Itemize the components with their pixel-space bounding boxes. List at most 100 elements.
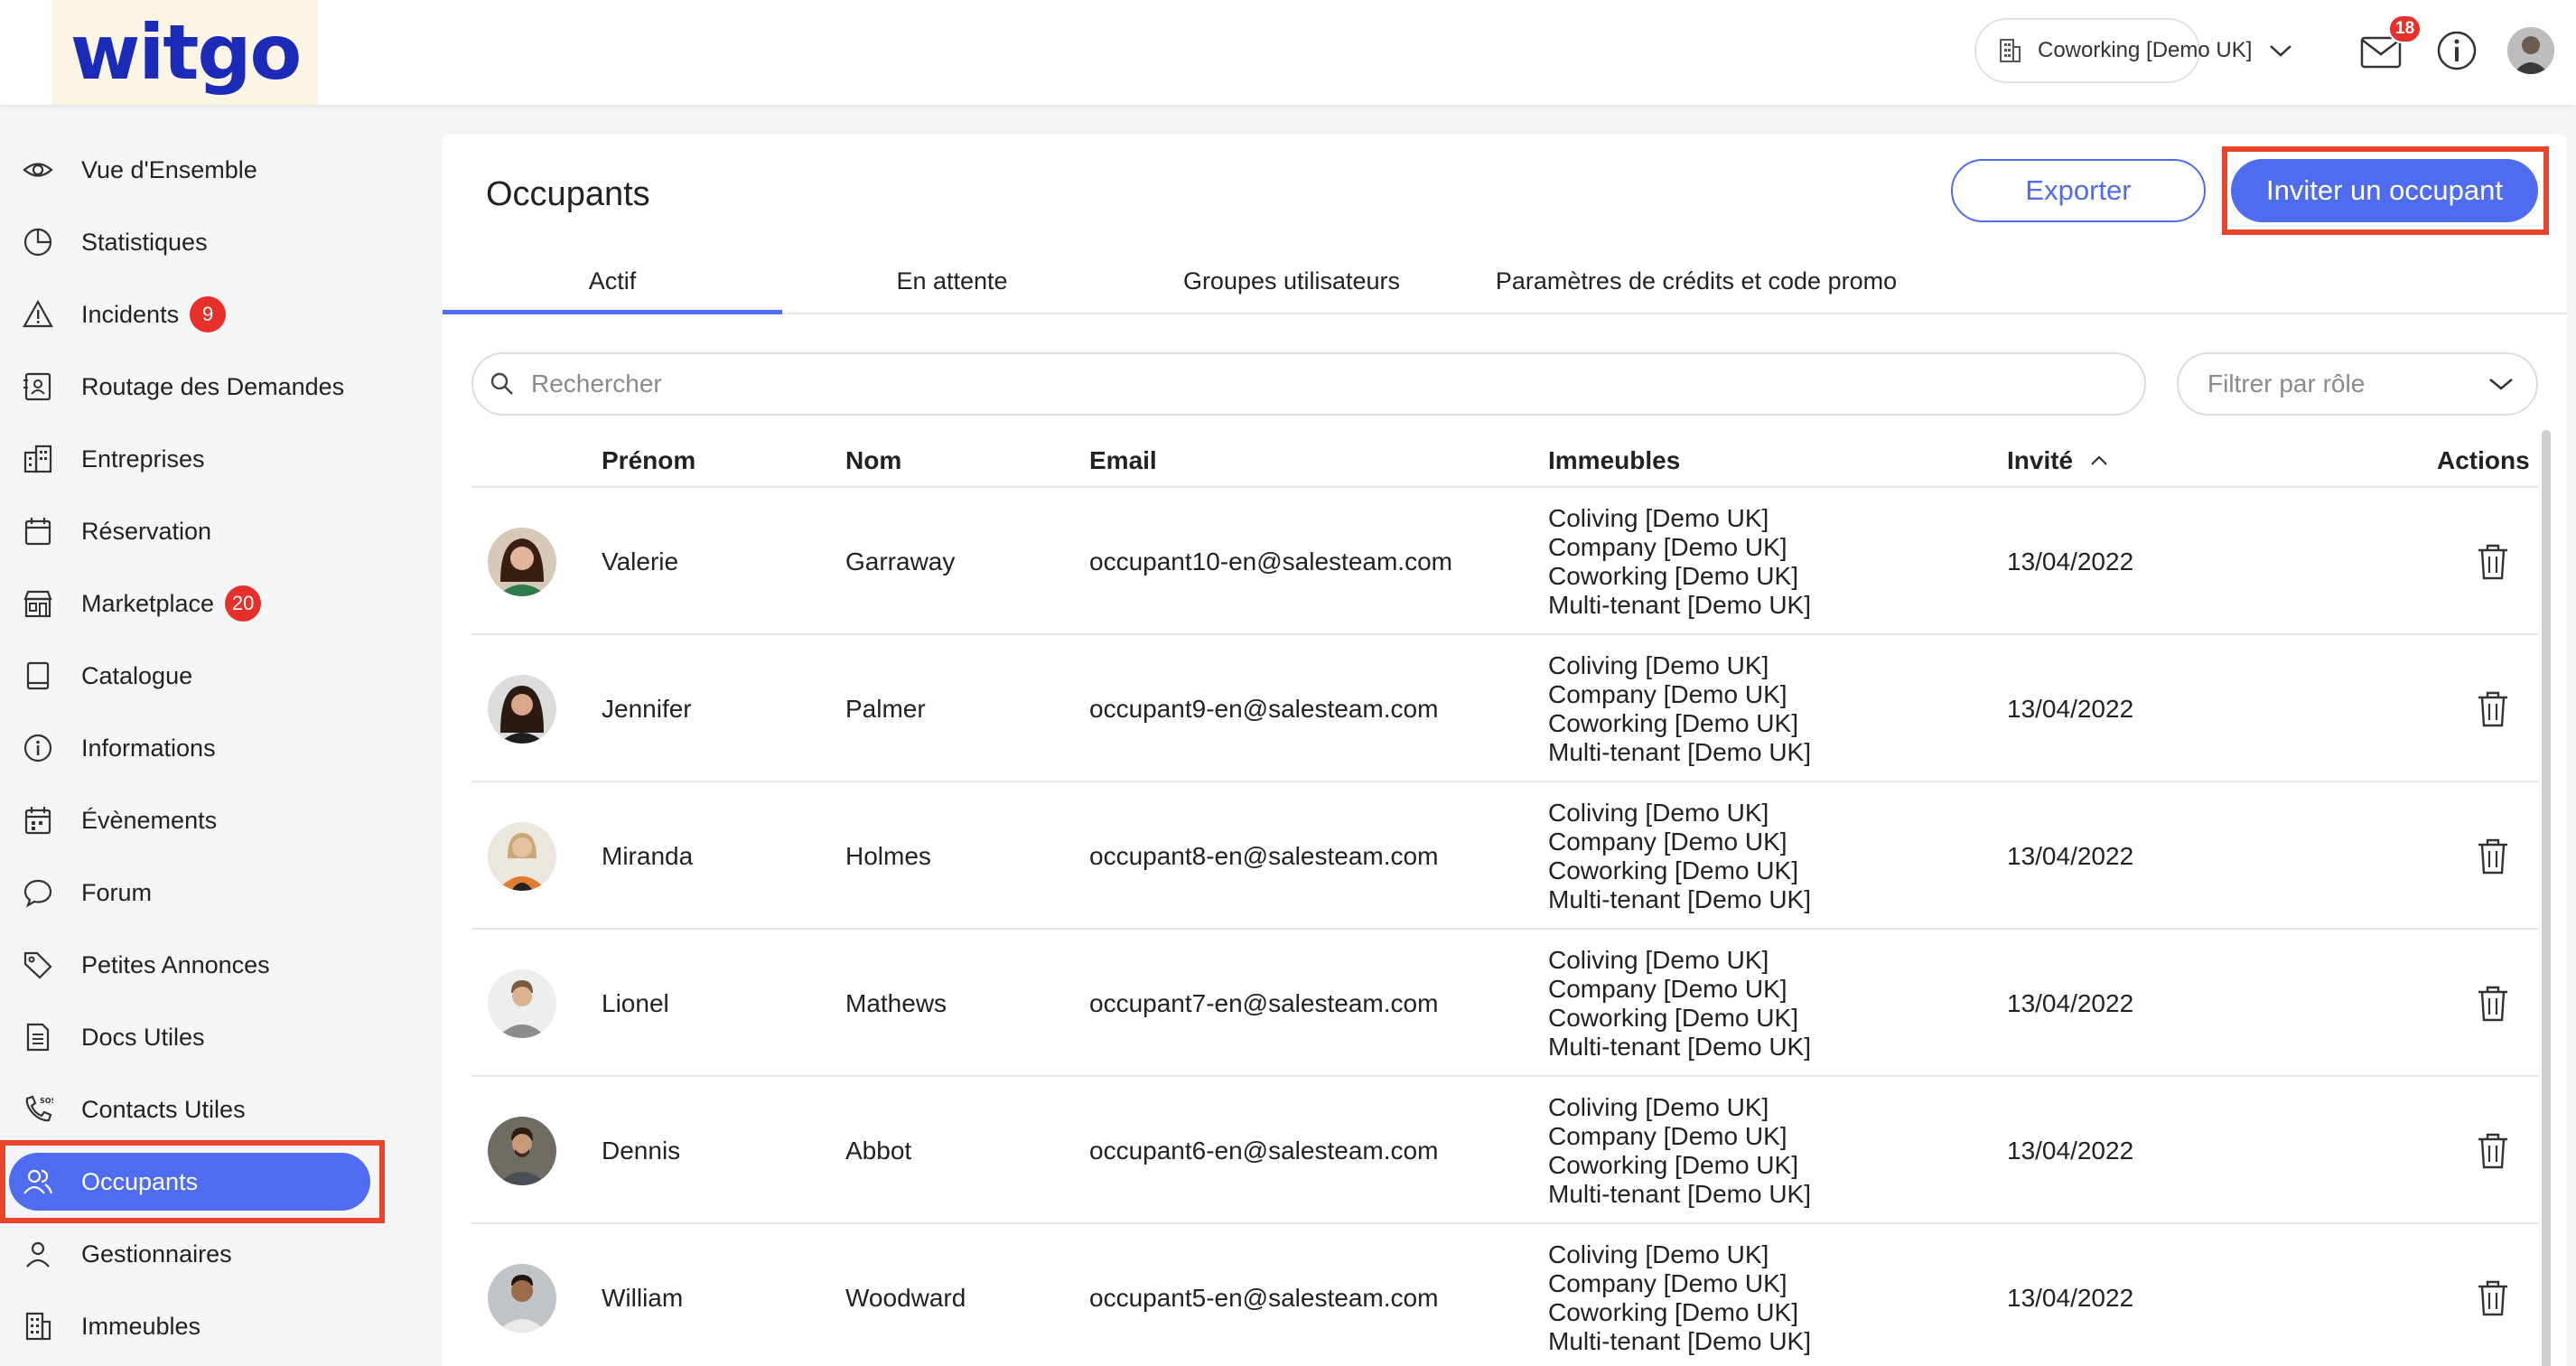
cell-last-name: Palmer — [845, 694, 926, 723]
cell-buildings: Coliving [Demo UK] Company [Demo UK] Cow… — [1548, 782, 1811, 930]
info-icon[interactable] — [2435, 29, 2478, 72]
building-selector[interactable]: Coworking [Demo UK] — [1974, 18, 2292, 83]
building-name: Coworking [Demo UK] — [1548, 856, 1798, 884]
search-icon — [490, 371, 515, 397]
table-row[interactable]: Dennis Abbot occupant6-en@salesteam.com … — [471, 1077, 2538, 1224]
trash-icon[interactable] — [2475, 1131, 2511, 1171]
cell-invited-date: 13/04/2022 — [2007, 694, 2134, 723]
trash-icon[interactable] — [2475, 542, 2511, 582]
sidebar-item-label: Gestionnaires — [81, 1240, 232, 1268]
cell-buildings: Coliving [Demo UK] Company [Demo UK] Cow… — [1548, 930, 1811, 1077]
sidebar-item-immeubles[interactable]: Immeubles — [9, 1297, 370, 1355]
sidebar-item-vue-ensemble[interactable]: Vue d'Ensemble — [9, 141, 370, 199]
column-header-email[interactable]: Email — [1089, 446, 1157, 475]
sidebar-item-reservation[interactable]: Réservation — [9, 502, 370, 560]
column-header-last-name[interactable]: Nom — [845, 446, 901, 475]
trash-icon[interactable] — [2475, 837, 2511, 876]
svg-text:SOS: SOS — [40, 1097, 53, 1105]
incidents-badge: 9 — [190, 296, 227, 332]
sort-ascending-icon[interactable] — [2089, 454, 2109, 467]
sidebar-item-statistiques[interactable]: Statistiques — [9, 213, 370, 271]
sidebar-item-petites-annonces[interactable]: Petites Annonces — [9, 936, 370, 994]
cell-buildings: Coliving [Demo UK] Company [Demo UK] Cow… — [1548, 1224, 1811, 1366]
sidebar-item-label: Petites Annonces — [81, 950, 270, 978]
cell-invited-date: 13/04/2022 — [2007, 547, 2134, 575]
cell-invited-date: 13/04/2022 — [2007, 1136, 2134, 1165]
trash-icon[interactable] — [2475, 1278, 2511, 1318]
building-name: Coliving [Demo UK] — [1548, 1092, 1769, 1121]
building-name: Company [Demo UK] — [1548, 1268, 1787, 1297]
users-icon — [22, 1165, 54, 1198]
table-row[interactable]: Jennifer Palmer occupant9-en@salesteam.c… — [471, 635, 2538, 782]
column-header-invited-label: Invité — [2007, 446, 2074, 474]
sidebar-item-contacts-utiles[interactable]: SOS Contacts Utiles — [9, 1081, 370, 1138]
sidebar-item-entreprises[interactable]: Entreprises — [9, 430, 370, 488]
sidebar-item-marketplace[interactable]: Marketplace 20 — [9, 575, 370, 632]
sidebar-item-routage[interactable]: Routage des Demandes — [9, 358, 370, 416]
building-selector-label: Coworking [Demo UK] — [2038, 38, 2253, 62]
invite-occupant-button[interactable]: Inviter un occupant — [2231, 159, 2538, 222]
user-avatar[interactable] — [2507, 27, 2554, 74]
buildings-icon — [22, 443, 54, 475]
logo[interactable]: witgo — [52, 0, 318, 105]
sidebar-item-gestionnaires[interactable]: Gestionnaires — [9, 1225, 370, 1283]
building-name: Multi-tenant [Demo UK] — [1548, 884, 1811, 913]
building-name: Coliving [Demo UK] — [1548, 798, 1769, 827]
sidebar-item-incidents[interactable]: Incidents 9 — [9, 285, 370, 343]
tab-en-attente[interactable]: En attente — [782, 260, 1122, 314]
trash-icon[interactable] — [2475, 689, 2511, 729]
main-panel: Occupants Exporter Inviter un occupant A… — [443, 134, 2567, 1366]
sidebar-item-label: Immeubles — [81, 1312, 201, 1340]
sidebar-item-forum[interactable]: Forum — [9, 864, 370, 922]
cell-invited-date: 13/04/2022 — [2007, 1283, 2134, 1312]
cell-last-name: Mathews — [845, 988, 947, 1017]
sidebar-item-docs-utiles[interactable]: Docs Utiles — [9, 1008, 370, 1066]
sidebar-item-label: Docs Utiles — [81, 1023, 205, 1051]
cell-buildings: Coliving [Demo UK] Company [Demo UK] Cow… — [1548, 1077, 1811, 1224]
sidebar-item-label: Informations — [81, 734, 216, 762]
sidebar-item-evenements[interactable]: Évènements — [9, 791, 370, 849]
pie-chart-icon — [22, 226, 54, 258]
export-button[interactable]: Exporter — [1951, 159, 2206, 222]
avatar — [488, 675, 556, 744]
mail-count-badge: 18 — [2388, 14, 2422, 43]
table-row[interactable]: Valerie Garraway occupant10-en@salesteam… — [471, 488, 2538, 635]
cell-last-name: Holmes — [845, 841, 931, 870]
avatar — [488, 1264, 556, 1333]
mail-button[interactable]: 18 — [2359, 14, 2422, 80]
calendar-icon — [22, 515, 54, 547]
occupants-table-body: Valerie Garraway occupant10-en@salesteam… — [471, 488, 2538, 1366]
tab-actif[interactable]: Actif — [443, 260, 782, 314]
role-filter-placeholder: Filtrer par rôle — [2207, 370, 2366, 398]
cell-invited-date: 13/04/2022 — [2007, 988, 2134, 1017]
table-row[interactable]: Miranda Holmes occupant8-en@salesteam.co… — [471, 782, 2538, 930]
table-row[interactable]: Lionel Mathews occupant7-en@salesteam.co… — [471, 930, 2538, 1077]
sidebar-item-occupants[interactable]: Occupants — [9, 1153, 370, 1211]
table-scrollbar[interactable] — [2542, 430, 2551, 1366]
chat-bubble-icon — [22, 876, 54, 909]
cell-first-name: Valerie — [602, 547, 679, 575]
cell-email: occupant10-en@salesteam.com — [1089, 547, 1452, 575]
sidebar: Vue d'Ensemble Statistiques Incidents 9 … — [0, 105, 417, 1366]
tab-parametres-credits[interactable]: Paramètres de crédits et code promo — [1461, 260, 1931, 314]
role-filter-select[interactable]: Filtrer par rôle — [2177, 352, 2538, 416]
search-input[interactable] — [531, 370, 2067, 398]
tab-groupes-utilisateurs[interactable]: Groupes utilisateurs — [1122, 260, 1461, 314]
cell-first-name: Miranda — [602, 841, 694, 870]
column-header-buildings[interactable]: Immeubles — [1548, 446, 1680, 475]
sidebar-item-informations[interactable]: Informations — [9, 719, 370, 777]
search-box[interactable] — [471, 352, 2146, 416]
building-name: Coliving [Demo UK] — [1548, 503, 1769, 532]
building-name: Multi-tenant [Demo UK] — [1548, 1032, 1811, 1061]
building-name: Coliving [Demo UK] — [1548, 1240, 1769, 1268]
table-row[interactable]: William Woodward occupant5-en@salesteam.… — [471, 1224, 2538, 1366]
sidebar-item-catalogue[interactable]: Catalogue — [9, 647, 370, 705]
avatar — [488, 969, 556, 1038]
building-name: Coworking [Demo UK] — [1548, 561, 1798, 590]
column-header-first-name[interactable]: Prénom — [602, 446, 695, 475]
trash-icon[interactable] — [2475, 984, 2511, 1024]
avatar — [488, 822, 556, 891]
column-header-invited[interactable]: Invité — [2007, 446, 2109, 475]
cell-email: occupant8-en@salesteam.com — [1089, 841, 1439, 870]
cell-email: occupant9-en@salesteam.com — [1089, 694, 1439, 723]
